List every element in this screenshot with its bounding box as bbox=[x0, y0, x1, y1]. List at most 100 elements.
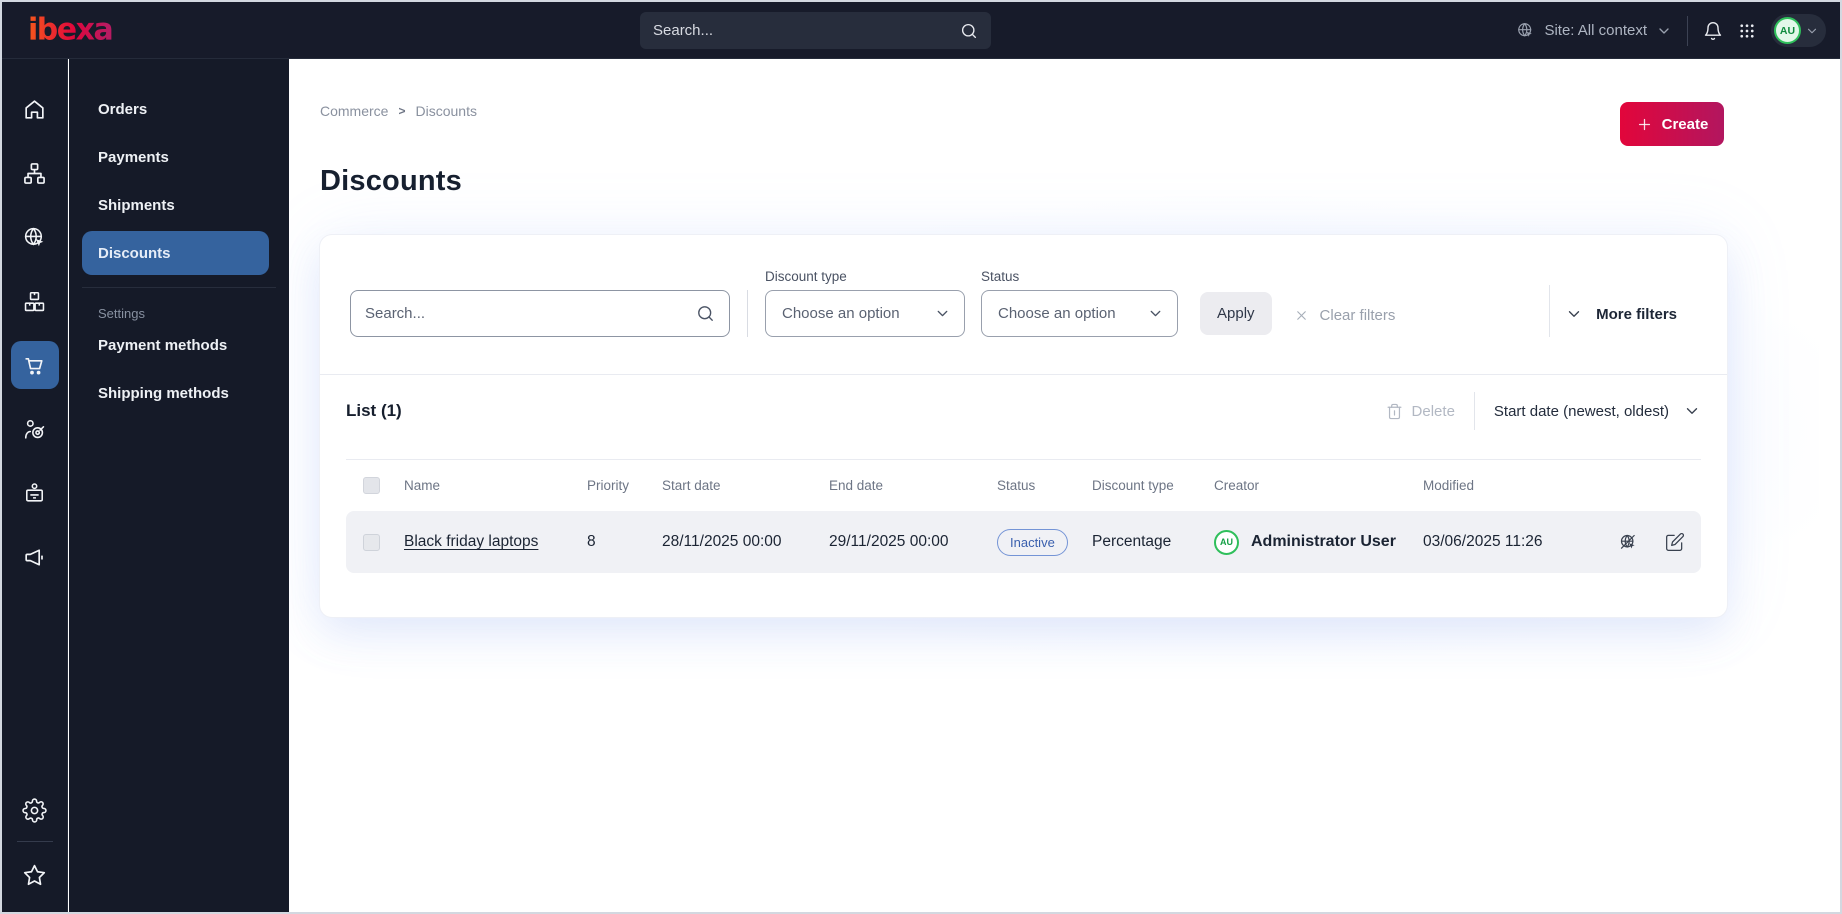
chevron-down-icon bbox=[1805, 24, 1819, 38]
apply-button[interactable]: Apply bbox=[1200, 292, 1272, 335]
breadcrumb-discounts[interactable]: Discounts bbox=[415, 103, 476, 119]
preview-disabled-icon[interactable] bbox=[1618, 532, 1639, 553]
list-title: List (1) bbox=[346, 401, 402, 420]
global-search-input[interactable] bbox=[653, 22, 960, 39]
breadcrumb-commerce[interactable]: Commerce bbox=[320, 103, 388, 119]
filters-bar: Discount type Choose an option Status Ch… bbox=[320, 235, 1727, 375]
company-badge-icon bbox=[22, 481, 47, 506]
discount-type-field: Discount type Choose an option bbox=[765, 269, 965, 337]
chevron-down-icon bbox=[1147, 305, 1164, 322]
menu-item-label: Payment methods bbox=[98, 336, 228, 354]
search-icon[interactable] bbox=[696, 304, 715, 323]
menu-item-label: Orders bbox=[98, 100, 148, 118]
status-badge: Inactive bbox=[997, 528, 1068, 556]
clear-filters-button[interactable]: Clear filters bbox=[1294, 307, 1396, 324]
page-title: Discounts bbox=[320, 165, 462, 197]
rail-item-products[interactable] bbox=[11, 277, 59, 325]
row-checkbox[interactable] bbox=[363, 533, 380, 551]
menu-item-payment-methods[interactable]: Payment methods bbox=[82, 323, 269, 367]
menu-divider bbox=[82, 287, 276, 288]
customers-target-icon bbox=[22, 417, 47, 442]
filter-search-input[interactable] bbox=[365, 305, 696, 322]
search-icon[interactable] bbox=[960, 22, 978, 40]
discount-name-link[interactable]: Black friday laptops bbox=[404, 533, 587, 551]
rail-item-content[interactable] bbox=[11, 149, 59, 197]
commerce-cart-icon bbox=[22, 353, 47, 378]
col-modified: Modified bbox=[1423, 478, 1475, 493]
ibexa-logo[interactable]: ibexa bbox=[28, 13, 114, 48]
breadcrumb: Commerce > Discounts bbox=[320, 103, 477, 119]
select-all-checkbox[interactable] bbox=[363, 477, 380, 494]
plus-icon bbox=[1636, 116, 1653, 133]
megaphone-icon bbox=[22, 545, 47, 570]
menu-item-label: Shipping methods bbox=[98, 384, 229, 402]
status-select[interactable]: Choose an option bbox=[981, 290, 1178, 337]
rail-item-company[interactable] bbox=[11, 469, 59, 517]
filter-search[interactable] bbox=[350, 290, 730, 337]
status-field: Status Choose an option bbox=[981, 269, 1178, 337]
menu-item-orders[interactable]: Orders bbox=[82, 87, 269, 131]
site-globe-icon bbox=[22, 225, 47, 250]
col-name: Name bbox=[404, 478, 441, 493]
cell-priority: 8 bbox=[587, 533, 596, 550]
chevron-down-icon bbox=[1565, 305, 1583, 323]
create-button[interactable]: Create bbox=[1620, 102, 1724, 146]
create-button-label: Create bbox=[1661, 115, 1709, 133]
col-end-date: End date bbox=[829, 478, 884, 493]
status-label: Status bbox=[981, 269, 1020, 284]
menu-item-label: Shipments bbox=[98, 196, 175, 214]
menu-item-shipping-methods[interactable]: Shipping methods bbox=[82, 371, 269, 415]
menu-item-payments[interactable]: Payments bbox=[82, 135, 269, 179]
cell-modified: 03/06/2025 11:26 bbox=[1423, 533, 1543, 550]
site-context-label: Site: All context bbox=[1544, 22, 1647, 39]
menu-item-label: Payments bbox=[98, 148, 169, 166]
top-bar: ibexa Site: All context bbox=[2, 2, 1840, 59]
cell-start-date: 28/11/2025 00:00 bbox=[662, 533, 782, 550]
cell-creator: AU Administrator User bbox=[1214, 529, 1423, 555]
rail-item-site[interactable] bbox=[11, 213, 59, 261]
creator-avatar: AU bbox=[1214, 529, 1239, 555]
list-header: List (1) Delete Start date (newest, olde… bbox=[320, 375, 1727, 447]
rail-item-bookmarks[interactable] bbox=[11, 851, 59, 899]
sort-label: Start date (newest, oldest) bbox=[1493, 402, 1669, 420]
sort-selector[interactable]: Start date (newest, oldest) bbox=[1494, 402, 1701, 420]
menu-item-discounts[interactable]: Discounts bbox=[82, 231, 269, 275]
topbar-divider bbox=[1687, 15, 1688, 46]
discount-type-label: Discount type bbox=[765, 269, 847, 284]
col-start-date: Start date bbox=[662, 478, 721, 493]
more-filters-button[interactable]: More filters bbox=[1565, 305, 1677, 323]
list-actions-divider bbox=[1473, 392, 1475, 430]
rail-item-dashboard[interactable] bbox=[11, 85, 59, 133]
site-context-selector[interactable]: Site: All context bbox=[1516, 21, 1672, 40]
breadcrumb-separator: > bbox=[398, 104, 406, 118]
clear-filters-label: Clear filters bbox=[1319, 307, 1396, 324]
table-row: Black friday laptops 8 28/11/2025 00:00 … bbox=[346, 511, 1701, 573]
col-creator: Creator bbox=[1214, 478, 1260, 493]
close-icon bbox=[1294, 308, 1309, 323]
discount-type-select[interactable]: Choose an option bbox=[765, 290, 965, 337]
edit-icon[interactable] bbox=[1665, 532, 1685, 553]
rail-item-commerce[interactable] bbox=[10, 341, 59, 389]
rail-divider bbox=[16, 841, 53, 842]
creator-name: Administrator User bbox=[1251, 533, 1396, 550]
delete-button[interactable]: Delete bbox=[1386, 403, 1455, 420]
menu-item-shipments[interactable]: Shipments bbox=[82, 183, 269, 227]
rail-item-customers[interactable] bbox=[11, 405, 59, 453]
chevron-down-icon bbox=[1683, 402, 1701, 420]
filter-divider bbox=[747, 290, 748, 337]
cell-end-date: 29/11/2025 00:00 bbox=[829, 533, 949, 550]
commerce-menu: Orders Payments Shipments Discounts Sett… bbox=[69, 59, 289, 912]
user-menu[interactable]: AU bbox=[1771, 14, 1826, 47]
avatar: AU bbox=[1774, 17, 1801, 44]
rail-bottom bbox=[11, 786, 59, 912]
app-grid-icon[interactable] bbox=[1738, 22, 1756, 40]
topbar-right-cluster: Site: All context AU bbox=[1516, 2, 1826, 59]
global-search[interactable] bbox=[640, 12, 991, 49]
notifications-bell-icon[interactable] bbox=[1703, 21, 1723, 41]
discounts-table: Name Priority Start date End date Status… bbox=[346, 459, 1701, 617]
rail-item-settings[interactable] bbox=[11, 786, 59, 834]
rail-item-marketing[interactable] bbox=[11, 533, 59, 581]
star-icon bbox=[22, 863, 47, 888]
gear-icon bbox=[22, 797, 47, 823]
row-actions bbox=[1591, 532, 1701, 553]
